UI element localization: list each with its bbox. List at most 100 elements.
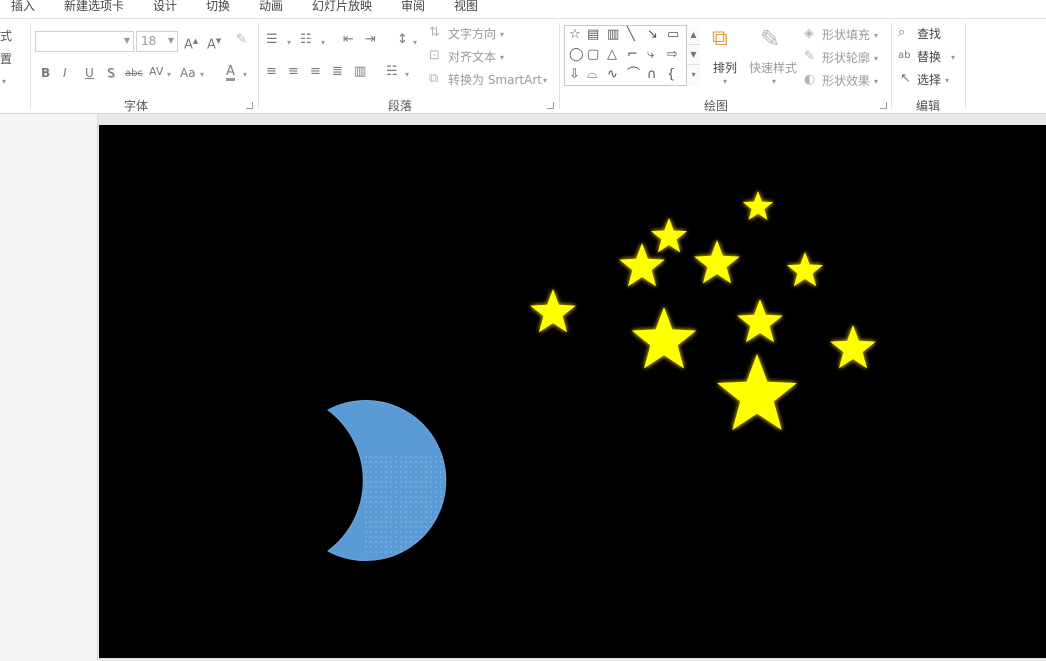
align-center-icon[interactable]: ≡ xyxy=(288,65,299,79)
chevron-down-icon[interactable]: ▾ xyxy=(874,54,878,63)
rounded-rect-shape-icon[interactable]: ▢ xyxy=(587,48,599,62)
quick-styles-button[interactable]: 快速样式 xyxy=(749,59,797,76)
down-arrow-shape-icon[interactable]: ⇩ xyxy=(569,68,580,82)
vertical-textbox-shape-icon[interactable]: ▥ xyxy=(607,28,619,42)
chevron-down-icon[interactable]: ▾ xyxy=(321,38,325,47)
shapes-gallery[interactable]: ☆ ▤ ▥ ╲ ↘ ▭ ◯ ▢ △ ⌐ ⤷ ⇨ ⇩ ⌓ ∿ ⌒ ∩ { xyxy=(564,25,700,86)
numbering-icon[interactable]: ☷ xyxy=(300,33,312,47)
star-shape-icon[interactable]: ☆ xyxy=(569,28,581,42)
star-shape[interactable] xyxy=(717,354,797,430)
shape-fill-icon[interactable]: ◈ xyxy=(804,27,814,41)
shape-outline-icon[interactable]: ✎ xyxy=(804,50,815,64)
slide-thumbnail-pane[interactable] xyxy=(0,114,98,661)
bullets-icon[interactable]: ☰ xyxy=(266,33,278,47)
chevron-down-icon[interactable]: ▾ xyxy=(945,76,949,85)
change-case-button[interactable]: Aa xyxy=(180,66,196,80)
pointer-icon[interactable]: ↖ xyxy=(900,72,911,86)
gallery-down-icon[interactable]: ▼ xyxy=(687,45,700,65)
curve-shape-icon[interactable]: ∩ xyxy=(647,68,657,82)
select-button[interactable]: 选择 xyxy=(917,71,941,88)
slide-reset-label-cut[interactable]: 置 xyxy=(0,50,12,67)
line-shape-icon[interactable]: ╲ xyxy=(627,28,635,42)
quick-styles-icon[interactable]: ✎ xyxy=(760,26,780,52)
clear-formatting-icon[interactable]: ✎ xyxy=(236,33,247,47)
convert-smartart-button[interactable]: 转换为 SmartArt xyxy=(448,71,542,88)
text-direction-icon[interactable]: ⇅ xyxy=(429,26,440,40)
elbow-arrow-shape-icon[interactable]: ⤷ xyxy=(647,48,654,62)
star-shape[interactable] xyxy=(650,218,688,253)
shape-fill-button[interactable]: 形状填充 xyxy=(822,26,870,43)
decrease-indent-icon[interactable]: ⇤ xyxy=(343,33,354,47)
star-shape[interactable] xyxy=(830,325,876,369)
textbox-shape-icon[interactable]: ▤ xyxy=(587,28,599,42)
star-shape[interactable] xyxy=(694,240,740,284)
find-button[interactable]: 查找 xyxy=(917,25,941,42)
flowchart-shape-icon[interactable]: ⌓ xyxy=(587,68,597,82)
chevron-down-icon[interactable]: ▾ xyxy=(772,77,776,86)
chevron-down-icon[interactable]: ▾ xyxy=(243,70,247,79)
chevron-down-icon[interactable]: ▾ xyxy=(413,38,417,47)
smartart-icon[interactable]: ⧉ xyxy=(429,72,438,86)
align-text-button[interactable]: 对齐文本 xyxy=(448,48,496,65)
tab-transitions[interactable]: 切换 xyxy=(206,0,230,14)
brace-shape-icon[interactable]: { xyxy=(667,68,675,82)
underline-button[interactable]: U xyxy=(85,66,94,80)
tab-slideshow[interactable]: 幻灯片放映 xyxy=(312,0,372,14)
bold-button[interactable]: B xyxy=(41,66,50,80)
slide-layout-label-cut[interactable]: 式 xyxy=(0,27,12,44)
shape-effects-icon[interactable]: ◐ xyxy=(804,73,815,87)
drawing-dialog-launcher-icon[interactable] xyxy=(880,102,887,109)
rectangle-shape-icon[interactable]: ▭ xyxy=(667,28,679,42)
chevron-down-icon[interactable]: ▾ xyxy=(543,76,547,85)
text-direction-button[interactable]: 文字方向 xyxy=(448,25,496,42)
arc-shape-icon[interactable]: ⌒ xyxy=(627,68,640,82)
tab-new-tab[interactable]: 新建选项卡 xyxy=(64,0,124,14)
shadow-button[interactable]: S xyxy=(107,66,115,80)
gallery-more-icon[interactable]: ▾ xyxy=(687,65,700,85)
arrange-icon[interactable]: ⧉ xyxy=(712,27,728,51)
freeform-shape-icon[interactable]: ∿ xyxy=(607,68,618,82)
font-color-button[interactable]: A xyxy=(226,65,235,81)
star-shape[interactable] xyxy=(742,191,774,220)
tab-insert[interactable]: 插入 xyxy=(11,0,35,14)
columns-icon[interactable]: ☵ xyxy=(386,65,398,79)
grow-font-icon[interactable]: A▲ xyxy=(184,34,198,52)
oval-shape-icon[interactable]: ◯ xyxy=(569,48,584,62)
align-text-icon[interactable]: ⊡ xyxy=(429,49,440,63)
align-left-icon[interactable]: ≡ xyxy=(266,65,277,79)
increase-indent-icon[interactable]: ⇥ xyxy=(365,33,376,47)
shape-effects-button[interactable]: 形状效果 xyxy=(822,72,870,89)
chevron-down-icon[interactable]: ▾ xyxy=(200,70,204,79)
elbow-connector-shape-icon[interactable]: ⌐ xyxy=(627,48,638,62)
shapes-gallery-scroll[interactable]: ▲ ▼ ▾ xyxy=(686,25,700,86)
chevron-down-icon[interactable]: ▾ xyxy=(500,53,504,62)
chevron-down-icon[interactable]: ▾ xyxy=(405,70,409,79)
replace-button[interactable]: 替换 xyxy=(917,48,941,65)
font-dialog-launcher-icon[interactable] xyxy=(246,102,253,109)
binoculars-icon[interactable]: ⌕ xyxy=(898,26,905,40)
chevron-down-icon[interactable]: ▾ xyxy=(951,53,955,62)
right-arrow-shape-icon[interactable]: ⇨ xyxy=(667,48,678,62)
tab-review[interactable]: 审阅 xyxy=(401,0,425,14)
triangle-shape-icon[interactable]: △ xyxy=(607,48,617,62)
line-spacing-icon[interactable]: ↕ xyxy=(397,33,408,47)
star-shape[interactable] xyxy=(786,252,824,287)
italic-button[interactable]: I xyxy=(63,66,67,80)
tab-design[interactable]: 设计 xyxy=(153,0,177,14)
chevron-down-icon[interactable]: ▾ xyxy=(874,31,878,40)
character-spacing-button[interactable]: AV xyxy=(149,65,163,79)
star-shape[interactable] xyxy=(631,307,697,369)
align-right-icon[interactable]: ≡ xyxy=(310,65,321,79)
replace-icon[interactable]: ab xyxy=(898,49,910,63)
slide-canvas[interactable] xyxy=(99,125,1046,658)
chevron-down-icon[interactable]: ▾ xyxy=(723,77,727,86)
chevron-down-icon[interactable]: ▾ xyxy=(874,77,878,86)
star-shape[interactable] xyxy=(737,299,783,343)
arrange-button[interactable]: 排列 xyxy=(713,59,737,76)
justify-icon[interactable]: ≣ xyxy=(332,65,343,79)
tab-animations[interactable]: 动画 xyxy=(259,0,283,14)
chevron-down-icon[interactable]: ▾ xyxy=(500,30,504,39)
font-size-combobox[interactable]: 18 ▼ xyxy=(136,31,178,52)
star-shape[interactable] xyxy=(619,243,665,287)
tab-view[interactable]: 视图 xyxy=(454,0,478,14)
